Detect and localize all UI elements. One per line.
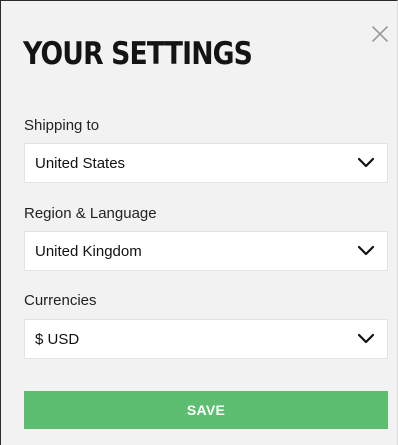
close-icon [372,26,388,42]
region-select-value: United Kingdom [35,243,142,260]
chevron-down-icon [357,157,375,169]
shipping-select[interactable]: United States [24,143,388,183]
shipping-label: Shipping to [24,117,100,134]
dialog-title: YOUR SETTINGS [23,36,253,72]
currency-select-value: $ USD [35,331,80,348]
settings-dialog: YOUR SETTINGS Shipping to United States … [0,0,398,445]
chevron-down-icon [357,245,375,257]
currency-label: Currencies [24,292,97,309]
region-label: Region & Language [24,205,157,222]
save-button[interactable]: SAVE [24,391,388,429]
close-button[interactable] [369,23,391,45]
chevron-down-icon [357,333,375,345]
currency-select[interactable]: $ USD [24,319,388,359]
region-select[interactable]: United Kingdom [24,231,388,271]
shipping-select-value: United States [35,155,126,172]
